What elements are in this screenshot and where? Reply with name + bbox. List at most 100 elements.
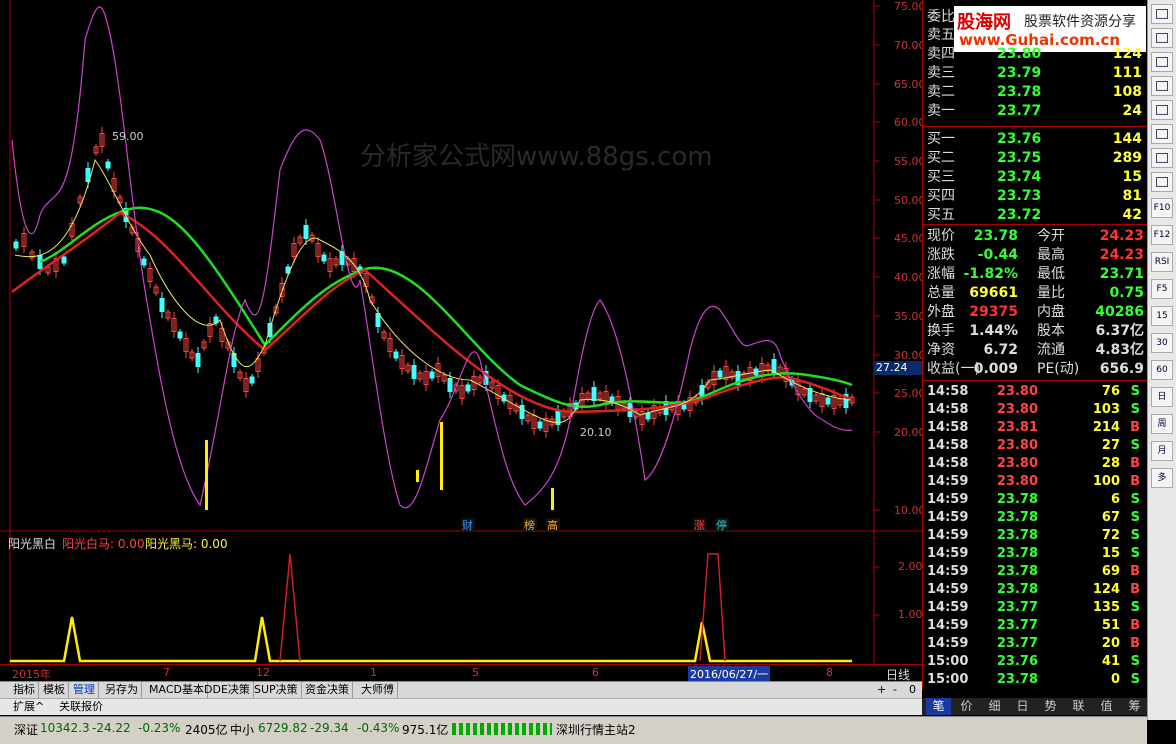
main-kline-chart[interactable]: 75.00 70.00 65.00 60.00 55.00 50.00 45.00 40.00… <box>0 0 926 532</box>
quote-tab[interactable]: 价 <box>954 698 979 715</box>
candle-body <box>825 397 831 405</box>
date-cursor-label: 2016/06/27/一 <box>688 666 771 682</box>
candle-body <box>13 241 19 249</box>
candle-body <box>393 351 399 359</box>
tab-manage[interactable]: 管理 <box>70 682 99 698</box>
candle-body <box>465 384 471 392</box>
indicator-line2: 阳光黑马: 0.00 <box>145 537 228 551</box>
bid-row[interactable]: 买二 23.75 289 <box>923 149 1148 167</box>
expand-button[interactable]: 扩展^ <box>10 699 47 715</box>
bid-row[interactable]: 买五 23.72 42 <box>923 206 1148 224</box>
zoom-reset-button[interactable]: 0 <box>906 682 919 698</box>
toolbar-button[interactable]: 30 <box>1151 333 1173 353</box>
tick-volume: 214 <box>1092 420 1120 435</box>
stat-row: 外盘 29375 内盘 40286 <box>923 303 1148 321</box>
tick-price: 23.76 <box>996 654 1038 669</box>
toolbar-button[interactable]: 多 <box>1151 468 1173 488</box>
toolbar-icon[interactable] <box>1151 28 1173 48</box>
indicator-panel[interactable]: 阳光黑白 阳光白马: 0.00 阳光黑马: 0.00 2.00 1.00 <box>0 532 923 664</box>
zx-index-name: 中小 <box>230 723 255 737</box>
tab-master[interactable]: 大师傅 <box>358 682 398 698</box>
bid-row[interactable]: 买一 23.76 144 <box>923 130 1148 148</box>
bid-row[interactable]: 买四 23.73 81 <box>923 187 1148 205</box>
ask-row[interactable]: 卖三 23.79 111 <box>923 64 1148 82</box>
book-price: 23.74 <box>997 169 1042 185</box>
quote-tab[interactable]: 势 <box>1038 698 1063 715</box>
toolbar-button[interactable]: F12 <box>1151 225 1173 245</box>
stats-divider <box>923 224 1148 225</box>
candle-body <box>303 225 309 239</box>
toolbar-icon[interactable] <box>1151 76 1173 96</box>
book-level-label: 卖三 <box>927 65 955 81</box>
related-quote-button[interactable]: 关联报价 <box>56 699 106 715</box>
toolbar-button[interactable]: RSI <box>1151 252 1173 272</box>
toolbar-icon[interactable] <box>1151 100 1173 120</box>
tab-dde[interactable]: DDE决策 <box>201 682 254 698</box>
sz-index-value: 10342.3 <box>40 721 90 735</box>
date-label: 2015年 <box>12 668 51 681</box>
toolbar-button[interactable]: 60 <box>1151 360 1173 380</box>
tab-save-as[interactable]: 另存为 <box>102 682 142 698</box>
candle-body <box>321 254 327 262</box>
tick-side: B <box>1130 564 1140 579</box>
zx-index-pct: -0.43% <box>357 721 400 735</box>
tick-time: 15:00 <box>927 672 969 687</box>
high-marker: 59.00 <box>112 130 144 143</box>
zoom-in-button[interactable]: + <box>874 682 889 698</box>
tick-time: 14:59 <box>927 636 969 651</box>
tab-template[interactable]: 模板 <box>40 682 69 698</box>
toolbar-button[interactable]: F5 <box>1151 279 1173 299</box>
stat-label: 外盘 <box>927 304 955 320</box>
ask-row[interactable]: 卖五 <box>923 26 1148 44</box>
sz-index-change: -24.22 <box>92 721 131 735</box>
toolbar-button[interactable]: F10 <box>1151 198 1173 218</box>
tick-price: 23.80 <box>996 456 1038 471</box>
quote-tab[interactable]: 值 <box>1094 698 1119 715</box>
event-label: 涨 <box>694 519 705 532</box>
quote-tab[interactable]: 联 <box>1066 698 1091 715</box>
quote-tab[interactable]: 日 <box>1010 698 1035 715</box>
tick-side: B <box>1130 474 1140 489</box>
zoom-out-button[interactable]: - <box>890 682 900 698</box>
server-name[interactable]: 深圳行情主站2 <box>556 721 636 738</box>
tick-volume: 28 <box>1101 456 1120 471</box>
quote-tab[interactable]: 笔 <box>926 698 951 715</box>
bid-row[interactable]: 买三 23.74 15 <box>923 168 1148 186</box>
tab-funds[interactable]: 资金决策 <box>302 682 353 698</box>
tab-macd[interactable]: MACD基本 <box>146 682 208 698</box>
ask-row[interactable]: 卖一 23.77 24 <box>923 102 1148 120</box>
toolbar-button[interactable]: 15 <box>1151 306 1173 326</box>
stat-value-1: 1.44% <box>969 323 1018 339</box>
stat-value-1: 6.72 <box>983 342 1018 358</box>
tab-sup[interactable]: SUP决策 <box>251 682 302 698</box>
tick-side: S <box>1130 438 1140 453</box>
tick-price: 23.78 <box>996 528 1038 543</box>
toolbar-button[interactable]: 月 <box>1151 441 1173 461</box>
stat-value-2: 24.23 <box>1099 247 1144 263</box>
tick-price: 23.80 <box>996 438 1038 453</box>
tick-price: 23.78 <box>996 672 1038 687</box>
tick-time: 14:58 <box>927 438 969 453</box>
quote-tab[interactable]: 筹 <box>1122 698 1147 715</box>
stat-label: 现价 <box>927 228 955 244</box>
indicator-title: 阳光黑白 <box>8 537 57 551</box>
book-level-label: 买二 <box>927 150 955 166</box>
price-axis-label: 45.00 <box>894 232 922 245</box>
toolbar-button[interactable]: 周 <box>1151 414 1173 434</box>
tick-time: 14:59 <box>927 564 969 579</box>
ask-row[interactable]: 卖四 23.80 124 <box>923 45 1148 63</box>
toolbar-icon[interactable] <box>1151 52 1173 72</box>
ask-row[interactable]: 卖二 23.78 108 <box>923 83 1148 101</box>
toolbar-icon[interactable] <box>1151 4 1173 24</box>
kline-svg: 75.00 70.00 65.00 60.00 55.00 50.00 45.00 40.00… <box>0 0 926 532</box>
toolbar-icon[interactable] <box>1151 124 1173 144</box>
book-price: 23.73 <box>997 188 1042 204</box>
tick-side: S <box>1130 384 1140 399</box>
quote-tab[interactable]: 细 <box>982 698 1007 715</box>
tick-volume: 20 <box>1101 636 1120 651</box>
tab-indicator[interactable]: 指标 <box>10 682 39 698</box>
toolbar-icon[interactable] <box>1151 172 1173 192</box>
tick-side: S <box>1130 600 1140 615</box>
toolbar-icon[interactable] <box>1151 148 1173 168</box>
toolbar-button[interactable]: 日 <box>1151 387 1173 407</box>
